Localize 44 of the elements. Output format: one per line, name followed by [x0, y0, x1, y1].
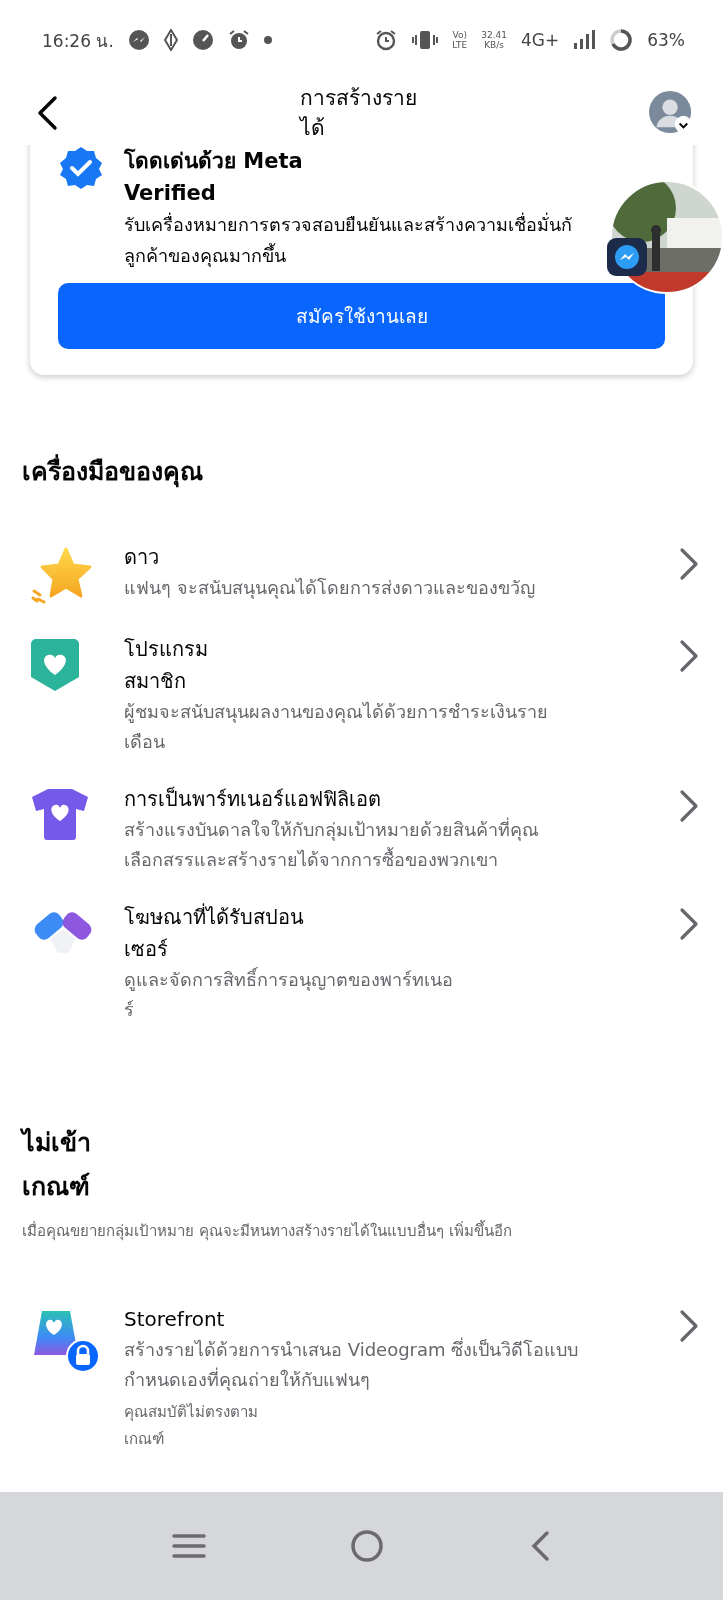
item-title: ดาว	[124, 544, 160, 571]
network-type: 4G+	[520, 30, 560, 50]
vibrate-icon	[412, 29, 439, 51]
eligibility-note: คุณสมบัติไม่ตรงตาม เกณฑ์	[124, 1402, 259, 1450]
dot-icon	[263, 36, 272, 44]
chevron-right-icon	[679, 547, 699, 581]
home-icon[interactable]	[350, 1529, 385, 1563]
chevron-right-icon	[679, 639, 699, 673]
item-description: ดูและจัดการสิทธิ์การอนุญาตของพาร์ทเนอ ร์	[124, 966, 454, 1022]
item-description: สร้างแรงบันดาลใจให้กับกลุ่มเป้าหมายด้วยสินค้าที่คุณ เลือกสรรและสร้างรายได้จากการซื้อของพวกเขา	[124, 816, 540, 872]
signal-icon	[573, 29, 596, 51]
alarm-icon	[227, 29, 250, 51]
back-icon[interactable]	[36, 94, 58, 131]
card-title: โดดเด่นด้วย Meta Verified	[124, 147, 304, 207]
item-description: ผู้ชมจะสนับสนุนผลงานของคุณได้ด้วยการชำระเงินราย เดือน	[124, 700, 549, 754]
item-title: Storefront	[124, 1306, 226, 1333]
chevron-right-icon	[679, 789, 699, 823]
battery-ring-icon	[609, 28, 634, 52]
heart-shield-icon	[30, 637, 80, 693]
gauge-icon	[191, 29, 214, 51]
item-description: สร้างรายได้ด้วยการนำเสนอ Videogram ซึ่งเป็นวิดีโอแบบ กำหนดเองที่คุณถ่ายให้กับแฟนๆ	[124, 1336, 580, 1393]
section-heading: ไม่เข้า เกณฑ์	[19, 1126, 92, 1203]
chevron-right-icon	[679, 907, 699, 941]
section-description: เมื่อคุณขยายกลุ่มเป้าหมาย คุณจะมีหนทางสร้างรายได้ในแบบอื่นๆ เพิ่มขึ้นอีก	[21, 1219, 513, 1243]
clock: 16:26 น.	[42, 29, 114, 53]
t-shirt-icon	[30, 787, 90, 841]
item-title: โปรแกรม สมาชิก	[124, 636, 209, 695]
battery-level: 63%	[647, 30, 685, 50]
sign-up-button[interactable]: สมัครใช้งานเลย	[58, 283, 665, 349]
diamond-icon	[163, 29, 178, 51]
messenger-icon	[607, 238, 647, 276]
item-title: โฆษณาที่ได้รับสปอน เซอร์	[124, 902, 305, 963]
menu-icon[interactable]	[172, 1533, 207, 1559]
section-heading: เครื่องมือของคุณ	[0, 453, 723, 491]
item-description: แฟนๆ จะสนับสนุนคุณได้โดยการส่งดาวและของขวัญ	[124, 576, 536, 601]
card-description: รับเครื่องหมายการตรวจสอบยืนยันและสร้างความเชื่อมั่นกั ลูกค้าของคุณมากขึ้น	[124, 211, 572, 269]
lock-icon	[66, 1339, 100, 1373]
network-speed: 32.41 KB/s	[481, 30, 507, 50]
page-title: การสร้างราย ได้	[298, 84, 418, 142]
messenger-icon	[127, 29, 150, 51]
item-title: การเป็นพาร์ทเนอร์แอฟฟิลิเอต	[124, 785, 382, 813]
chevron-right-icon	[679, 1309, 699, 1343]
avatar[interactable]	[649, 90, 693, 135]
volte-indicator: Vo) LTE	[452, 30, 468, 50]
